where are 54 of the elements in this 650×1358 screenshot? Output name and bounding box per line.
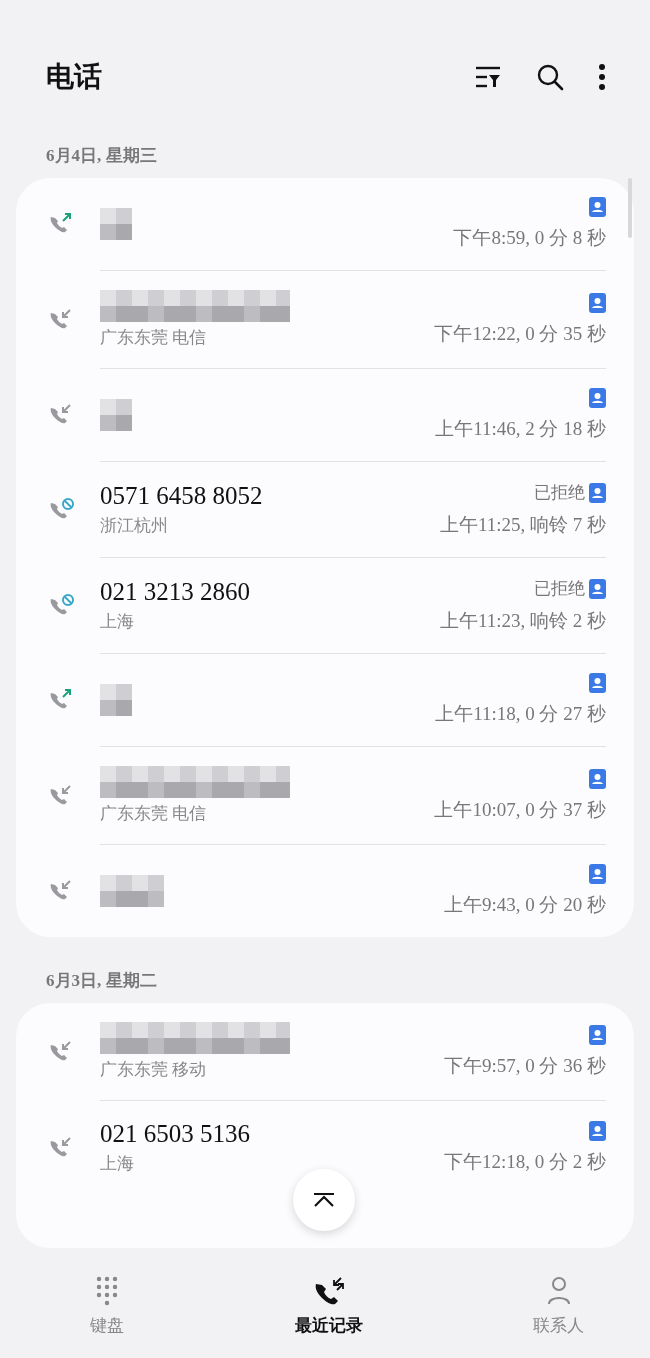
location-text: 广东东莞 电信 [100, 803, 207, 825]
location-text: 广东东莞 移动 [100, 1059, 207, 1081]
call-row[interactable]: 上午11:46, 2 分 18 秒 [46, 369, 606, 461]
contact-icon [589, 1024, 606, 1045]
contact-icon [589, 292, 606, 313]
call-row[interactable]: 广东东莞 电信 下午12:22, 0 分 35 秒 [46, 271, 606, 368]
call-time: 上午11:25, 响铃 7 秒 [439, 513, 606, 537]
call-row[interactable]: 广东东莞 电信 上午10:07, 0 分 37 秒 [46, 747, 606, 844]
location-text: 上海 [100, 611, 134, 633]
call-time: 上午10:07, 0 分 37 秒 [434, 797, 606, 822]
call-time: 下午12:18, 0 分 2 秒 [443, 1149, 606, 1174]
call-row[interactable]: 021 6503 5136 上海 下午12:18, 0 分 2 秒 [46, 1101, 606, 1194]
location-text: 上海 [100, 1153, 134, 1175]
person-icon [545, 1276, 572, 1306]
call-row[interactable]: 下午8:59, 0 分 8 秒 [46, 178, 606, 270]
nav-tab[interactable]: 键盘 [90, 1268, 124, 1358]
screen-title: 电话 [46, 60, 102, 94]
call-time: 下午9:57, 0 分 36 秒 [443, 1053, 606, 1078]
keypad-icon [95, 1276, 119, 1306]
call-status: 已拒绝 [534, 482, 585, 504]
date-header: 6月3日, 星期二 [46, 970, 158, 991]
chevron-up-icon [312, 1192, 336, 1208]
location-text: 浙江杭州 [100, 515, 168, 537]
contact-icon [589, 197, 606, 217]
search-icon[interactable] [536, 63, 564, 91]
scrollbar [628, 178, 632, 238]
call-time: 上午11:46, 2 分 18 秒 [435, 417, 606, 441]
call-time: 上午9:43, 0 分 20 秒 [443, 893, 606, 917]
call-row[interactable]: 上午11:18, 0 分 27 秒 [46, 654, 606, 746]
call-time: 下午8:59, 0 分 8 秒 [453, 226, 606, 250]
contact-icon [589, 388, 606, 408]
call-time: 上午11:23, 响铃 2 秒 [439, 609, 606, 633]
contact-icon [589, 673, 606, 693]
call-status: 已拒绝 [534, 578, 585, 600]
phone-number: 021 6503 5136 [100, 1120, 250, 1148]
contact-icon [589, 768, 606, 789]
call-time: 上午11:18, 0 分 27 秒 [435, 702, 606, 726]
nav-tab[interactable]: 最近记录 [294, 1268, 363, 1358]
phone-number: 0571 6458 8052 [100, 482, 263, 510]
filter-icon[interactable] [474, 65, 502, 89]
contact-icon [589, 578, 606, 599]
contact-icon [589, 1120, 606, 1141]
more-icon[interactable] [598, 64, 606, 90]
nav-tab[interactable]: 联系人 [533, 1268, 584, 1358]
call-row[interactable]: 021 3213 2860 上海 已拒绝 上午11:23, 响铃 2 秒 [46, 558, 606, 653]
call-time: 下午12:22, 0 分 35 秒 [434, 321, 606, 346]
phone-number: 021 3213 2860 [100, 578, 250, 606]
call-row[interactable]: 广东东莞 移动 下午9:57, 0 分 36 秒 [46, 1003, 606, 1100]
contact-icon [589, 864, 606, 884]
call-row[interactable]: 0571 6458 8052 浙江杭州 已拒绝 上午11:25, 响铃 7 秒 [46, 462, 606, 557]
location-text: 广东东莞 电信 [100, 327, 207, 349]
call-row[interactable]: 上午9:43, 0 分 20 秒 [46, 845, 606, 937]
date-header: 6月4日, 星期三 [46, 145, 158, 166]
contact-icon [589, 482, 606, 503]
